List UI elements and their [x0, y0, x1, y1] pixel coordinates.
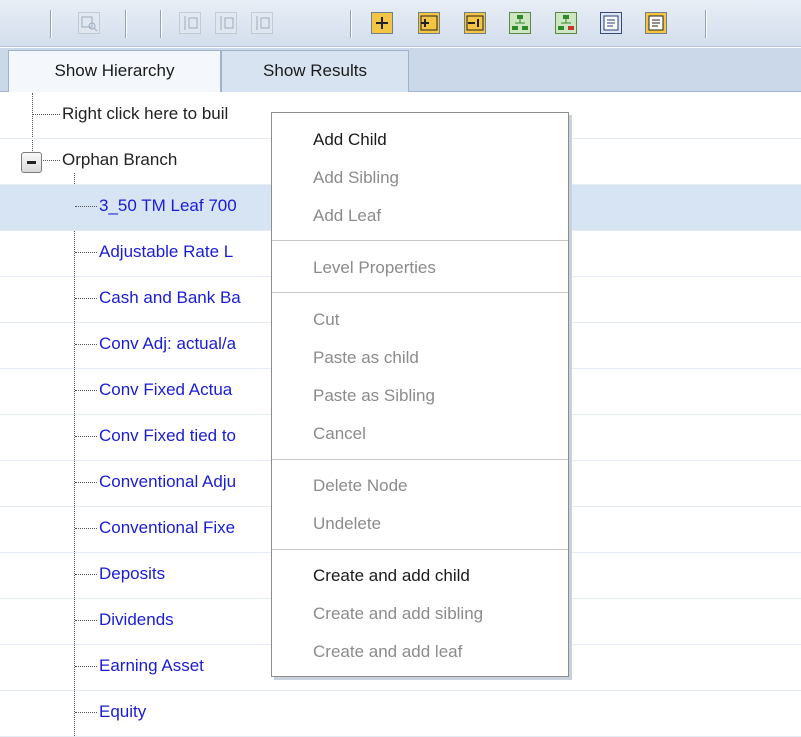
menu-item-paste-as-sibling[interactable]: Paste as Sibling	[272, 377, 568, 415]
tree-connector	[75, 298, 97, 299]
properties-icon[interactable]	[600, 12, 622, 34]
tree-connector	[33, 114, 60, 115]
menu-separator	[272, 459, 568, 460]
tab-show-hierarchy[interactable]: Show Hierarchy	[8, 50, 221, 92]
tree-connector	[75, 528, 97, 529]
menu-item-cut[interactable]: Cut	[272, 301, 568, 339]
move-up-icon[interactable]	[179, 12, 201, 34]
tree-connector	[75, 712, 97, 713]
tree-connector	[75, 390, 97, 391]
menu-item-add-child[interactable]: Add Child	[272, 121, 568, 159]
toolbar-separator	[160, 10, 161, 38]
tree-connector	[75, 436, 97, 437]
toolbar-separator	[50, 10, 51, 38]
menu-separator	[272, 240, 568, 241]
menu-item-undelete[interactable]: Undelete	[272, 505, 568, 543]
tree-leaf-label[interactable]: Earning Asset	[99, 656, 204, 676]
tree-leaf-label[interactable]: Equity	[99, 702, 146, 722]
tree-connector	[75, 620, 97, 621]
move-down-icon[interactable]	[215, 12, 237, 34]
view-tabs: Show Hierarchy Show Results	[0, 48, 801, 92]
menu-item-paste-as-child[interactable]: Paste as child	[272, 339, 568, 377]
find-icon[interactable]	[78, 12, 100, 34]
tab-show-results[interactable]: Show Results	[221, 50, 409, 92]
add-leaf-icon[interactable]	[464, 12, 486, 34]
menu-separator	[272, 292, 568, 293]
tree-connector	[75, 574, 97, 575]
tree-connector	[43, 160, 60, 161]
tree-branch-label[interactable]: Orphan Branch	[62, 150, 177, 170]
collapse-icon[interactable]	[21, 152, 42, 173]
menu-item-create-and-add-leaf[interactable]: Create and add leaf	[272, 633, 568, 671]
toolbar-separator	[705, 10, 706, 38]
tree-connector	[75, 666, 97, 667]
tree-connector	[75, 482, 97, 483]
toolbar	[0, 0, 801, 47]
context-menu: Add Child Add Sibling Add Leaf Level Pro…	[271, 112, 569, 677]
move-out-icon[interactable]	[251, 12, 273, 34]
add-child-icon[interactable]	[371, 12, 393, 34]
menu-item-cancel[interactable]: Cancel	[272, 415, 568, 453]
tree-leaf-node[interactable]: Equity	[0, 691, 801, 737]
toolbar-separator	[350, 10, 351, 38]
menu-separator	[272, 549, 568, 550]
tree-leaf-label[interactable]: Cash and Bank Ba	[99, 288, 241, 308]
tree-leaf-label[interactable]: Adjustable Rate L	[99, 242, 233, 262]
details-icon[interactable]	[645, 12, 667, 34]
tree-leaf-label[interactable]: Conv Adj: actual/a	[99, 334, 236, 354]
tree-leaf-label[interactable]: 3_50 TM Leaf 700	[99, 196, 237, 216]
hierarchy-icon[interactable]	[509, 12, 531, 34]
menu-item-add-leaf[interactable]: Add Leaf	[272, 197, 568, 235]
tree-leaf-label[interactable]: Deposits	[99, 564, 165, 584]
menu-item-create-and-add-child[interactable]: Create and add child	[272, 557, 568, 595]
menu-item-add-sibling[interactable]: Add Sibling	[272, 159, 568, 197]
menu-item-level-properties[interactable]: Level Properties	[272, 249, 568, 287]
menu-item-create-and-add-sibling[interactable]: Create and add sibling	[272, 595, 568, 633]
tree-connector	[75, 252, 97, 253]
hierarchy-tree-icon[interactable]	[555, 12, 577, 34]
add-sibling-icon[interactable]	[418, 12, 440, 34]
menu-item-delete-node[interactable]: Delete Node	[272, 467, 568, 505]
tree-leaf-label[interactable]: Conventional Fixe	[99, 518, 235, 538]
tree-leaf-label[interactable]: Conventional Adju	[99, 472, 236, 492]
toolbar-separator	[125, 10, 126, 38]
tree-root-label[interactable]: Right click here to buil	[62, 104, 228, 124]
tree-leaf-label[interactable]: Conv Fixed tied to	[99, 426, 236, 446]
tree-leaf-label[interactable]: Conv Fixed Actua	[99, 380, 232, 400]
tree-connector	[75, 344, 97, 345]
tree-leaf-label[interactable]: Dividends	[99, 610, 174, 630]
tree-connector	[75, 206, 97, 207]
